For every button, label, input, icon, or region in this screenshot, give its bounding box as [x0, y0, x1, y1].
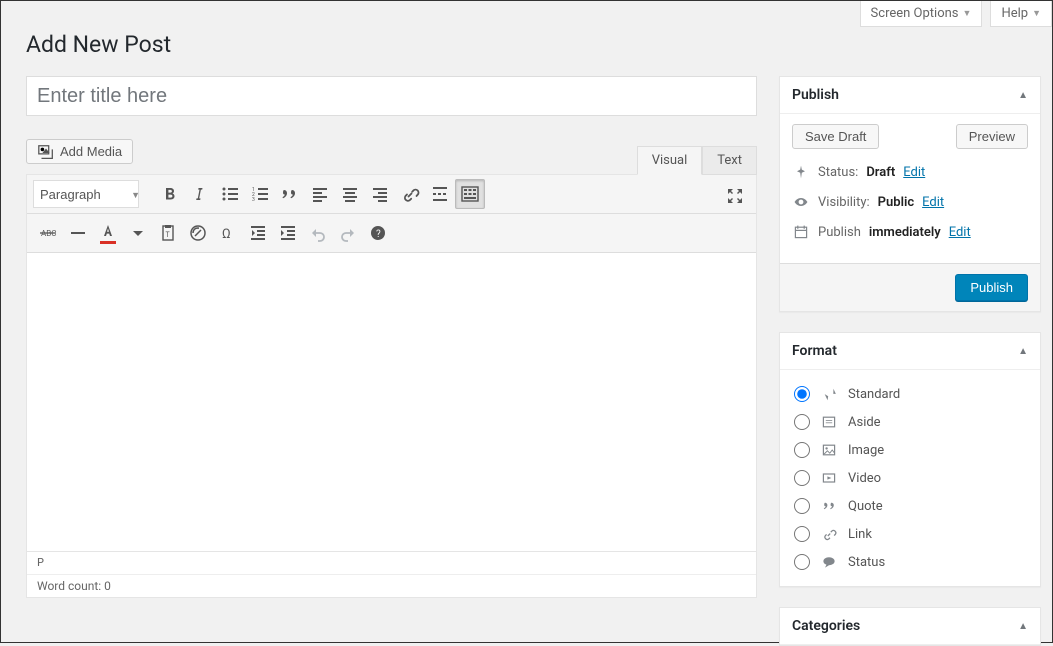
format-radio-quote[interactable] [794, 498, 810, 514]
publish-date-label: Publish [818, 225, 861, 240]
link-icon [820, 525, 838, 543]
keyboard-shortcuts-button[interactable]: ? [363, 218, 393, 248]
format-radio-status[interactable] [794, 554, 810, 570]
categories-box: Categories ▲ [779, 607, 1041, 646]
svg-text:Ω: Ω [222, 227, 231, 242]
strikethrough-button[interactable]: ABC [33, 218, 63, 248]
format-radio-standard[interactable] [794, 386, 810, 402]
align-left-button[interactable] [305, 179, 335, 209]
format-label: Link [848, 527, 872, 542]
preview-button[interactable]: Preview [956, 124, 1028, 149]
word-count: Word count: 0 [27, 575, 756, 597]
status-label: Status: [818, 165, 858, 180]
edit-status-link[interactable]: Edit [903, 165, 925, 180]
save-draft-button[interactable]: Save Draft [792, 124, 879, 149]
screen-options-label: Screen Options [871, 6, 959, 21]
screen-options-tab[interactable]: Screen Options ▼ [860, 1, 983, 27]
status-icon [820, 553, 838, 571]
format-radio-image[interactable] [794, 442, 810, 458]
publish-date-value: immediately [869, 225, 941, 240]
format-radio-link[interactable] [794, 526, 810, 542]
numbered-list-button[interactable]: 123 [245, 179, 275, 209]
horizontal-rule-button[interactable] [63, 218, 93, 248]
format-label: Status [848, 555, 885, 570]
collapse-icon[interactable]: ▲ [1018, 346, 1028, 357]
undo-button[interactable] [303, 218, 333, 248]
format-option-video[interactable]: Video [792, 464, 1028, 492]
video-icon [820, 469, 838, 487]
text-color-button[interactable] [93, 218, 123, 248]
categories-box-title: Categories [792, 618, 860, 634]
publish-button[interactable]: Publish [955, 274, 1028, 301]
pushpin-icon [820, 385, 838, 403]
svg-text:3: 3 [252, 197, 255, 203]
read-more-button[interactable] [425, 179, 455, 209]
align-right-button[interactable] [365, 179, 395, 209]
editor-toolbar-row1: Paragraph ▼ 123 [27, 175, 756, 214]
format-radio-aside[interactable] [794, 414, 810, 430]
format-option-standard[interactable]: Standard [792, 380, 1028, 408]
edit-visibility-link[interactable]: Edit [922, 195, 944, 210]
outdent-button[interactable] [243, 218, 273, 248]
publish-box: Publish ▲ Save Draft Preview Status: Dra… [779, 76, 1041, 312]
bullet-list-button[interactable] [215, 179, 245, 209]
format-option-quote[interactable]: Quote [792, 492, 1028, 520]
visibility-label: Visibility: [818, 195, 870, 210]
toolbar-toggle-button[interactable] [455, 179, 485, 209]
redo-button[interactable] [333, 218, 363, 248]
text-tab[interactable]: Text [702, 146, 757, 175]
bold-button[interactable] [155, 179, 185, 209]
italic-button[interactable] [185, 179, 215, 209]
quote-icon [820, 497, 838, 515]
format-label: Standard [848, 387, 900, 402]
format-option-status[interactable]: Status [792, 548, 1028, 576]
format-label: Image [848, 443, 884, 458]
paragraph-format-select[interactable]: Paragraph [33, 180, 139, 208]
special-character-button[interactable]: Ω [213, 218, 243, 248]
align-center-button[interactable] [335, 179, 365, 209]
format-radio-video[interactable] [794, 470, 810, 486]
post-title-input[interactable] [26, 76, 757, 116]
editor-element-path: p [27, 552, 756, 575]
format-label: Quote [848, 499, 883, 514]
fullscreen-button[interactable] [720, 181, 750, 211]
help-tab[interactable]: Help ▼ [990, 1, 1052, 27]
media-icon [37, 144, 55, 159]
chevron-down-icon: ▼ [963, 8, 972, 19]
pin-icon [792, 163, 810, 181]
indent-button[interactable] [273, 218, 303, 248]
status-value: Draft [866, 165, 895, 180]
help-label: Help [1001, 6, 1028, 21]
svg-text:?: ? [376, 229, 381, 240]
visibility-value: Public [878, 195, 914, 210]
format-box-title: Format [792, 343, 837, 359]
paste-text-button[interactable]: T [153, 218, 183, 248]
format-label: Video [848, 471, 881, 486]
svg-text:T: T [166, 231, 171, 239]
format-option-aside[interactable]: Aside [792, 408, 1028, 436]
eye-icon [792, 193, 810, 211]
format-option-link[interactable]: Link [792, 520, 1028, 548]
collapse-icon[interactable]: ▲ [1018, 90, 1028, 101]
format-option-image[interactable]: Image [792, 436, 1028, 464]
blockquote-button[interactable] [275, 179, 305, 209]
format-label: Aside [848, 415, 881, 430]
calendar-icon [792, 223, 810, 241]
publish-box-title: Publish [792, 87, 839, 103]
image-icon [820, 441, 838, 459]
visual-tab[interactable]: Visual [637, 146, 703, 175]
format-box: Format ▲ Standard Aside Image [779, 332, 1041, 587]
add-media-button[interactable]: Add Media [26, 139, 133, 164]
add-media-label: Add Media [60, 144, 122, 159]
editor-toolbar-row2: ABC T Ω ? [27, 214, 756, 253]
editor-content-area[interactable] [27, 253, 756, 551]
editor-container: Paragraph ▼ 123 ABC [26, 174, 757, 598]
chevron-down-icon: ▼ [1032, 8, 1041, 19]
text-color-dropdown[interactable] [123, 218, 153, 248]
link-button[interactable] [395, 179, 425, 209]
collapse-icon[interactable]: ▲ [1018, 621, 1028, 632]
aside-icon [820, 413, 838, 431]
edit-date-link[interactable]: Edit [949, 225, 971, 240]
clear-formatting-button[interactable] [183, 218, 213, 248]
